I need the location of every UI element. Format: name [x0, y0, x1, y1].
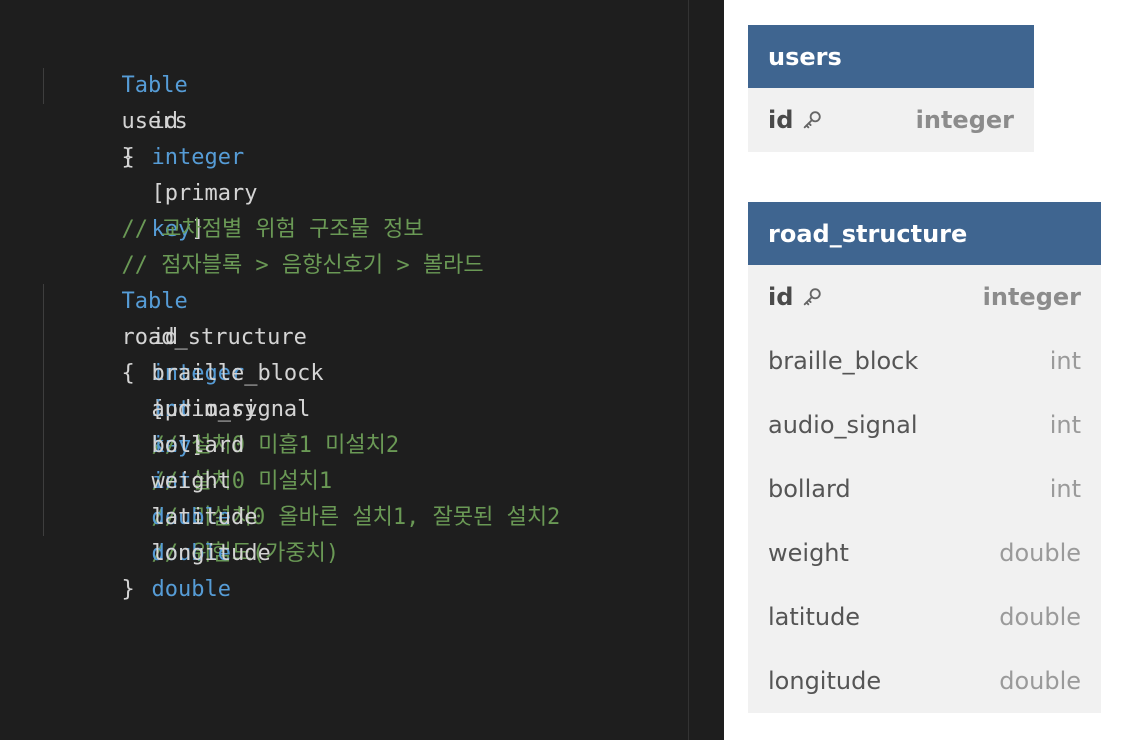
field-type: int	[1049, 475, 1081, 503]
field-name-group: id	[768, 106, 823, 134]
er-diagram-canvas[interactable]: users id integer road_structure id integ…	[724, 0, 1130, 740]
table-field-row[interactable]: bollard int	[748, 457, 1101, 521]
field-name-group: id	[768, 283, 823, 311]
code-line: }	[42, 104, 560, 170]
code-line: audio_signal int // 설치0 미설치1	[42, 356, 560, 494]
table-field-row[interactable]: id integer	[748, 88, 1034, 152]
field-name: longitude	[768, 667, 882, 695]
table-field-row[interactable]: audio_signal int	[748, 393, 1101, 457]
code-line: weight double // 위험도(가중치)	[42, 428, 560, 566]
field-name: id	[768, 283, 794, 311]
field-type: double	[999, 667, 1081, 695]
field-type: double	[999, 539, 1081, 567]
table-field-row[interactable]: weight double	[748, 521, 1101, 585]
code-line: longitude double	[42, 500, 560, 602]
field-name: bollard	[768, 475, 851, 503]
table-field-row[interactable]: id integer	[748, 265, 1101, 329]
key-icon	[804, 288, 822, 306]
key-icon	[804, 111, 822, 129]
field-name: latitude	[768, 603, 861, 631]
table-field-row[interactable]: latitude double	[748, 585, 1101, 649]
table-header[interactable]: road_structure	[748, 202, 1101, 265]
code-line: braille_block int // 설치0 미흡1 미설치2	[42, 320, 560, 458]
code-line: id integer [primary key]	[42, 284, 560, 458]
field-type: int	[1049, 411, 1081, 439]
field-type: integer	[915, 106, 1014, 134]
code-line: Table road_structure {	[42, 248, 560, 386]
field-name: braille_block	[768, 347, 919, 375]
table-card-road-structure[interactable]: road_structure id integer braille_block …	[748, 202, 1101, 713]
field-type: double	[999, 603, 1081, 631]
code-line: latitude double	[42, 464, 560, 566]
field-name: weight	[768, 539, 849, 567]
code-content[interactable]: Table users { id integer [primary key] }…	[42, 32, 560, 602]
code-line: bollard int // 미설치0 올바른 설치1, 잘못된 설치2	[42, 392, 560, 530]
column-type: double	[151, 577, 231, 602]
field-name: audio_signal	[768, 411, 918, 439]
table-field-row[interactable]: longitude double	[748, 649, 1101, 713]
code-line: // 점자블록 > 음향신호기 > 볼라드	[42, 212, 560, 278]
table-header[interactable]: users	[748, 25, 1034, 88]
table-field-row[interactable]: braille_block int	[748, 329, 1101, 393]
code-line: id integer [primary key]	[42, 68, 560, 242]
field-type: int	[1049, 347, 1081, 375]
code-line: }	[42, 536, 560, 602]
code-editor[interactable]: Table users { id integer [primary key] }…	[0, 0, 689, 740]
table-card-users[interactable]: users id integer	[748, 25, 1034, 152]
close-brace: }	[121, 577, 135, 602]
field-name: id	[768, 106, 794, 134]
field-type: integer	[982, 283, 1081, 311]
code-line: // 교차점별 위험 구조물 정보	[42, 176, 560, 242]
code-line: Table users {	[42, 32, 560, 170]
